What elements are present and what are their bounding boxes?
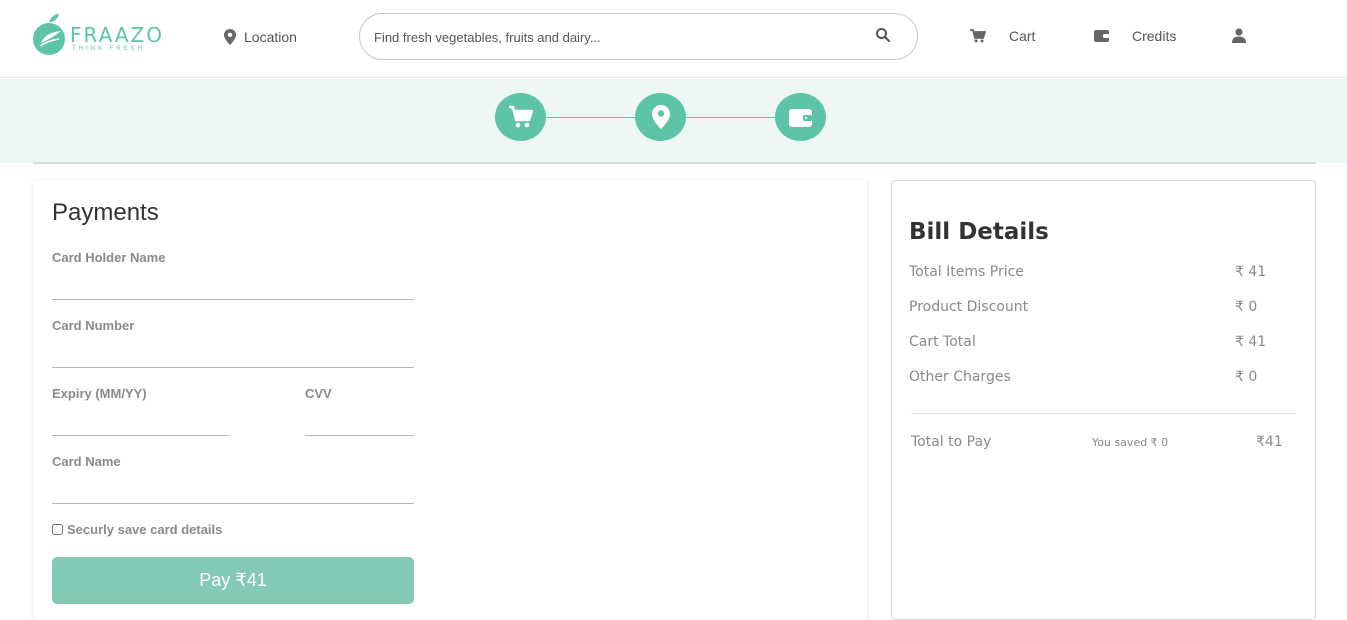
bill-details-panel: Bill Details Total Items Price ₹ 41 Prod…	[891, 180, 1316, 620]
payments-panel: Payments Card Holder Name Card Number Ex…	[33, 180, 867, 620]
bill-divider	[911, 413, 1296, 414]
top-header: FRAAZO THINK FRESH Location Cart	[0, 0, 1347, 78]
bill-row: Product Discount ₹ 0	[909, 299, 1269, 319]
save-card-label: Securly save card details	[67, 522, 223, 537]
user-icon	[1232, 28, 1246, 43]
nav-cart[interactable]: Cart	[970, 25, 1035, 47]
search-icon	[876, 28, 891, 43]
expiry-label: Expiry (MM/YY)	[52, 386, 147, 401]
bill-row: Total Items Price ₹ 41	[909, 264, 1269, 284]
card-number-input[interactable]	[52, 340, 414, 368]
step-address[interactable]	[635, 93, 686, 141]
bill-row-label: Other Charges	[909, 369, 1011, 385]
card-number-label: Card Number	[52, 318, 135, 333]
nav-account[interactable]	[1232, 25, 1246, 47]
bill-row: Cart Total ₹ 41	[909, 334, 1269, 354]
payments-title: Payments	[52, 199, 159, 226]
bill-row-value: ₹ 0	[1235, 369, 1258, 385]
bill-row-label: Cart Total	[909, 334, 976, 350]
map-pin-icon	[224, 29, 236, 45]
card-name-label: Card Name	[52, 454, 121, 469]
bill-row-value: ₹ 41	[1235, 334, 1267, 350]
card-name-input[interactable]	[52, 476, 414, 504]
nav-credits[interactable]: Credits	[1094, 25, 1176, 47]
save-card-checkbox[interactable]	[52, 524, 63, 535]
brand-tagline: THINK FRESH	[72, 46, 146, 52]
total-to-pay-label: Total to Pay	[911, 434, 992, 450]
cart-icon	[508, 105, 533, 128]
brand-name: FRAAZO	[70, 23, 164, 47]
search-button[interactable]	[875, 27, 893, 45]
step-cart[interactable]	[495, 93, 546, 141]
location-label: Location	[244, 29, 297, 45]
section-divider	[33, 162, 1316, 164]
bill-row-label: Product Discount	[909, 299, 1029, 315]
cvv-input[interactable]	[305, 408, 414, 436]
bill-row-value: ₹ 41	[1235, 264, 1267, 280]
brand-logo[interactable]: FRAAZO THINK FRESH	[32, 13, 162, 57]
wallet-icon	[1094, 30, 1109, 42]
leaf-logo-icon	[33, 14, 65, 55]
bill-row-label: Total Items Price	[909, 264, 1024, 280]
location-selector[interactable]: Location	[224, 27, 297, 47]
search-bar	[359, 13, 918, 60]
pay-button[interactable]: Pay ₹41	[52, 557, 414, 604]
search-input[interactable]	[374, 26, 854, 48]
save-card-option[interactable]: Securly save card details	[52, 522, 222, 537]
card-holder-name-label: Card Holder Name	[52, 250, 166, 265]
step-payment[interactable]	[775, 93, 826, 141]
bill-title: Bill Details	[909, 219, 1049, 245]
nav-credits-label: Credits	[1132, 28, 1177, 44]
wallet-icon	[788, 108, 812, 127]
cart-icon	[970, 29, 986, 43]
bill-row: Other Charges ₹ 0	[909, 369, 1269, 389]
checkout-steps	[0, 79, 1347, 163]
bill-row-value: ₹ 0	[1235, 299, 1258, 315]
expiry-input[interactable]	[52, 408, 229, 436]
savings-text: You saved ₹ 0	[1092, 436, 1169, 449]
card-holder-name-input[interactable]	[52, 272, 414, 300]
map-pin-icon	[651, 105, 670, 129]
total-to-pay-value: ₹41	[1256, 434, 1283, 450]
cvv-label: CVV	[305, 386, 332, 401]
nav-cart-label: Cart	[1009, 28, 1036, 44]
